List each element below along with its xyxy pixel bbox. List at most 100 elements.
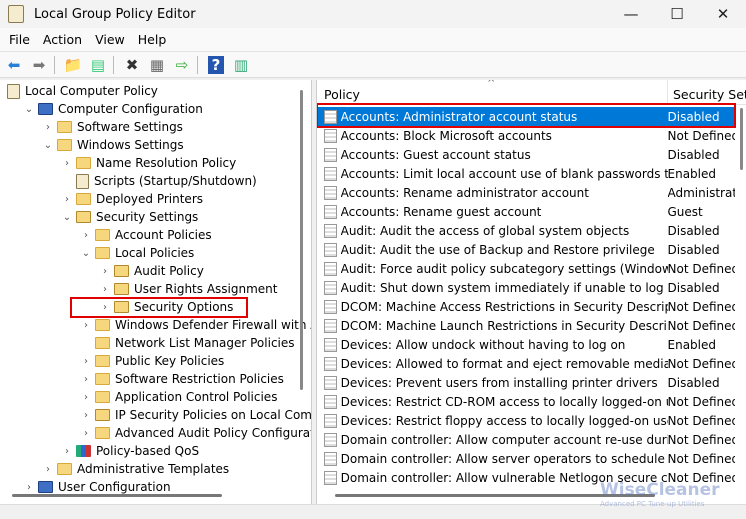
tree-item[interactable]: Local Computer Policy (4, 82, 158, 100)
forward-arrow-button[interactable]: ➡ (28, 55, 50, 75)
help-icon: ? (207, 55, 225, 74)
chevron-right-icon[interactable]: › (61, 158, 73, 169)
policy-row[interactable]: Accounts: Rename guest account Guest (317, 202, 735, 221)
tree-item[interactable]: › Deployed Printers (61, 190, 203, 208)
menu-view[interactable]: View (95, 32, 125, 47)
policy-row[interactable]: Accounts: Block Microsoft accounts Not De… (317, 126, 735, 145)
policy-setting: Not Defined (667, 413, 736, 428)
tree-item-label: Windows Settings (77, 138, 184, 152)
policy-icon (324, 413, 337, 428)
chevron-right-icon[interactable]: › (80, 428, 92, 439)
help-button[interactable]: ? (205, 55, 227, 75)
chevron-right-icon[interactable]: › (80, 374, 92, 385)
column-header-policy[interactable]: Policy (324, 87, 360, 102)
tree-item[interactable]: › Name Resolution Policy (61, 154, 236, 172)
properties-button[interactable]: ▦ (146, 55, 168, 75)
show-hide-tree-button[interactable]: ▤ (87, 55, 109, 75)
properties-icon: ▦ (149, 55, 165, 74)
chevron-down-icon[interactable]: ⌄ (23, 104, 35, 115)
tree-horizontal-scrollbar[interactable] (12, 494, 222, 497)
chevron-right-icon[interactable]: › (42, 464, 54, 475)
title-bar: Local Group Policy Editor — ☐ ✕ (0, 0, 746, 28)
policy-name: Devices: Allow undock without having to … (340, 337, 626, 352)
column-header-security-setting[interactable]: Security Set (673, 87, 746, 102)
chevron-right-icon[interactable]: › (61, 446, 73, 457)
column-divider[interactable] (667, 80, 668, 105)
chevron-right-icon[interactable]: › (80, 320, 92, 331)
policy-icon (324, 147, 337, 162)
folder-icon (76, 157, 91, 169)
comp-icon (38, 481, 53, 493)
chevron-right-icon[interactable]: › (99, 284, 111, 295)
list-vertical-scrollbar[interactable] (740, 108, 743, 170)
tree-item[interactable]: Scripts (Startup/Shutdown) (61, 172, 257, 190)
chevron-right-icon[interactable]: › (80, 356, 92, 367)
maximize-button[interactable]: ☐ (654, 0, 700, 28)
chevron-right-icon[interactable]: › (61, 194, 73, 205)
policy-row[interactable]: Accounts: Guest account status Disabled (317, 145, 735, 164)
chevron-right-icon[interactable]: › (80, 410, 92, 421)
tree-item[interactable]: › Software Settings (42, 118, 183, 136)
tree-item[interactable]: › Administrative Templates (42, 460, 229, 478)
policy-row[interactable]: Audit: Shut down system immediately if u… (317, 278, 735, 297)
policy-row[interactable]: Devices: Allowed to format and eject rem… (317, 354, 735, 373)
tree-item[interactable]: ⌄ Local Policies (80, 244, 195, 262)
policy-row[interactable]: Domain controller: Allow computer accoun… (317, 430, 735, 449)
menu-help[interactable]: Help (138, 32, 167, 47)
policy-row[interactable]: Devices: Prevent users from installing p… (317, 373, 735, 392)
tree-item[interactable]: › Account Policies (80, 226, 212, 244)
tree-item[interactable]: › Application Control Policies (80, 388, 277, 406)
minimize-button[interactable]: — (608, 0, 654, 28)
chevron-right-icon[interactable]: › (42, 122, 54, 133)
tree-vertical-scrollbar[interactable] (300, 90, 303, 390)
tree-item[interactable]: › IP Security Policies on Local Comput (80, 406, 311, 424)
back-arrow-button[interactable]: ⬅ (3, 55, 25, 75)
tree-item[interactable]: › Advanced Audit Policy Configuration (80, 424, 311, 442)
tree-item[interactable]: ⌄ Computer Configuration (23, 100, 203, 118)
policy-row[interactable]: Devices: Restrict CD-ROM access to local… (317, 392, 735, 411)
chevron-down-icon[interactable]: ⌄ (80, 248, 92, 259)
policy-setting: Not Defined (667, 432, 736, 447)
tree-item-label: Application Control Policies (115, 390, 278, 404)
tree-item[interactable]: › Policy-based QoS (61, 442, 199, 460)
export-list-button[interactable]: ⇨ (171, 55, 193, 75)
chevron-right-icon[interactable]: › (80, 392, 92, 403)
delete-button[interactable]: ✖ (121, 55, 143, 75)
policy-row[interactable]: Devices: Restrict floppy access to local… (317, 411, 735, 430)
policy-row[interactable]: Accounts: Limit local account use of bla… (317, 164, 735, 183)
chevron-right-icon[interactable]: › (23, 482, 35, 493)
chevron-right-icon[interactable]: › (80, 230, 92, 241)
menu-action[interactable]: Action (43, 32, 82, 47)
policy-name: Accounts: Rename administrator account (340, 185, 589, 200)
policy-name: DCOM: Machine Launch Restrictions in Sec… (340, 318, 668, 333)
tree-item[interactable]: › User Rights Assignment (99, 280, 277, 298)
chevron-down-icon[interactable]: ⌄ (61, 212, 73, 223)
policy-row[interactable]: DCOM: Machine Launch Restrictions in Sec… (317, 316, 735, 335)
chevron-right-icon[interactable]: › (99, 266, 111, 277)
policy-row[interactable]: Domain controller: Allow server operator… (317, 449, 735, 468)
policy-row[interactable]: Devices: Allow undock without having to … (317, 335, 735, 354)
window-title: Local Group Policy Editor (34, 6, 196, 22)
policy-row[interactable]: Accounts: Rename administrator account Ad… (317, 183, 735, 202)
tree-item[interactable]: Network List Manager Policies (80, 334, 295, 352)
tree-item[interactable]: ⌄ Security Settings (61, 208, 199, 226)
tree-item[interactable]: › Software Restriction Policies (80, 370, 284, 388)
close-button[interactable]: ✕ (700, 0, 746, 28)
policy-row[interactable]: DCOM: Machine Access Restrictions in Sec… (317, 297, 735, 316)
menu-file[interactable]: File (9, 32, 30, 47)
up-folder-button[interactable]: 📁 (62, 55, 84, 75)
policy-row[interactable]: Audit: Audit the access of global system… (317, 221, 735, 240)
chevron-down-icon[interactable]: ⌄ (42, 140, 54, 151)
policy-row[interactable]: Audit: Audit the use of Backup and Resto… (317, 240, 735, 259)
policy-row[interactable]: Audit: Force audit policy subcategory se… (317, 259, 735, 278)
tree-item[interactable]: › Public Key Policies (80, 352, 224, 370)
folder-icon (76, 193, 91, 205)
tree-item[interactable]: › Windows Defender Firewall with Adv (80, 316, 311, 334)
watermark: WiseCleaner Advanced PC Tune-up Utilities (600, 480, 720, 508)
tree-item[interactable]: › Audit Policy (99, 262, 204, 280)
tree-item-label: Audit Policy (134, 264, 204, 278)
tree-item[interactable]: ⌄ Windows Settings (42, 136, 184, 154)
show-action-pane-button[interactable]: ▥ (230, 55, 252, 75)
up-folder-icon: 📁 (63, 55, 83, 74)
policy-setting: Disabled (667, 147, 720, 162)
